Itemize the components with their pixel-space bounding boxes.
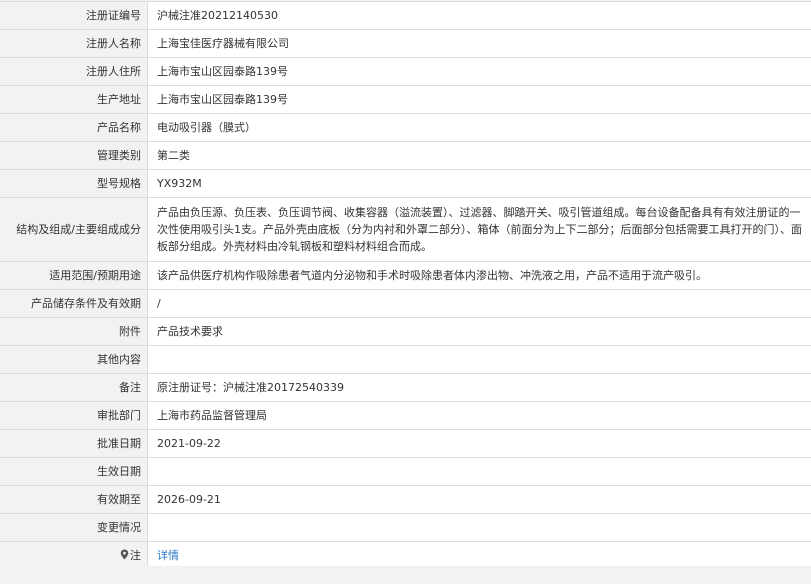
row-change-history: 变更情况 <box>0 513 811 542</box>
field-value: 上海宝佳医疗器械有限公司 <box>147 29 811 58</box>
field-label: 其他内容 <box>0 345 148 374</box>
field-value: / <box>147 289 811 318</box>
row-approval-date: 批准日期 2021-09-22 <box>0 429 811 458</box>
row-registrant-address: 注册人住所 上海市宝山区园泰路139号 <box>0 57 811 86</box>
field-value: 上海市宝山区园泰路139号 <box>147 85 811 114</box>
registration-info-table: 注册证编号 沪械注准20212140530 注册人名称 上海宝佳医疗器械有限公司… <box>0 1 811 570</box>
row-registration-number: 注册证编号 沪械注准20212140530 <box>0 1 811 30</box>
field-value: 原注册证号：沪械注准20172540339 <box>147 373 811 402</box>
row-effective-date: 生效日期 <box>0 457 811 486</box>
row-other-content: 其他内容 <box>0 345 811 374</box>
field-label: 适用范围/预期用途 <box>0 261 148 290</box>
row-intended-use: 适用范围/预期用途 该产品供医疗机构作吸除患者气道内分泌物和手术时吸除患者体内渗… <box>0 261 811 290</box>
field-label: 产品名称 <box>0 113 148 142</box>
field-label: 有效期至 <box>0 485 148 514</box>
field-label: 附件 <box>0 317 148 346</box>
details-link[interactable]: 详情 <box>157 549 179 562</box>
field-value: 产品技术要求 <box>147 317 811 346</box>
field-label: 注册人名称 <box>0 29 148 58</box>
row-registrant-name: 注册人名称 上海宝佳医疗器械有限公司 <box>0 29 811 58</box>
field-label: 产品储存条件及有效期 <box>0 289 148 318</box>
row-attachment: 附件 产品技术要求 <box>0 317 811 346</box>
row-approval-department: 审批部门 上海市药品监督管理局 <box>0 401 811 430</box>
field-value: 上海市药品监督管理局 <box>147 401 811 430</box>
row-remarks: 备注 原注册证号：沪械注准20172540339 <box>0 373 811 402</box>
field-value: 电动吸引器（膜式） <box>147 113 811 142</box>
row-valid-until: 有效期至 2026-09-21 <box>0 485 811 514</box>
field-label: 生效日期 <box>0 457 148 486</box>
field-value: 上海市宝山区园泰路139号 <box>147 57 811 86</box>
row-storage-validity: 产品储存条件及有效期 / <box>0 289 811 318</box>
row-production-address: 生产地址 上海市宝山区园泰路139号 <box>0 85 811 114</box>
field-value: YX932M <box>147 169 811 198</box>
field-label: 管理类别 <box>0 141 148 170</box>
field-label: 变更情况 <box>0 513 148 542</box>
field-value: 该产品供医疗机构作吸除患者气道内分泌物和手术时吸除患者体内渗出物、冲洗液之用，产… <box>147 261 811 290</box>
field-value: 2021-09-22 <box>147 429 811 458</box>
field-value: 2026-09-21 <box>147 485 811 514</box>
field-value <box>147 345 811 374</box>
row-structure-composition: 结构及组成/主要组成成分 产品由负压源、负压表、负压调节阀、收集容器（溢流装置）… <box>0 197 811 262</box>
field-label: 注册证编号 <box>0 1 148 30</box>
registration-info-panel: 注册证编号 沪械注准20212140530 注册人名称 上海宝佳医疗器械有限公司… <box>0 0 811 584</box>
field-value: 第二类 <box>147 141 811 170</box>
row-management-category: 管理类别 第二类 <box>0 141 811 170</box>
field-value <box>147 457 811 486</box>
field-label: 注 <box>130 549 141 562</box>
field-value: 沪械注准20212140530 <box>147 1 811 30</box>
row-model-spec: 型号规格 YX932M <box>0 169 811 198</box>
field-value <box>147 513 811 542</box>
bottom-strip <box>0 566 811 584</box>
map-pin-icon <box>120 548 129 560</box>
row-product-name: 产品名称 电动吸引器（膜式） <box>0 113 811 142</box>
field-label: 生产地址 <box>0 85 148 114</box>
field-value: 产品由负压源、负压表、负压调节阀、收集容器（溢流装置）、过滤器、脚踏开关、吸引管… <box>147 197 811 262</box>
field-label: 备注 <box>0 373 148 402</box>
field-label: 结构及组成/主要组成成分 <box>0 197 148 262</box>
field-label: 批准日期 <box>0 429 148 458</box>
field-label: 审批部门 <box>0 401 148 430</box>
field-label: 注册人住所 <box>0 57 148 86</box>
field-label: 型号规格 <box>0 169 148 198</box>
